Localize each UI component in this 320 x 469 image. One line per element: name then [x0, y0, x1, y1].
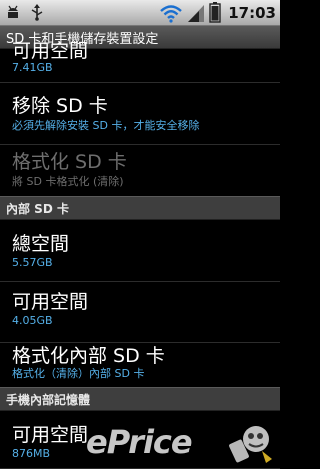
item-summary: 7.41GB [12, 61, 53, 74]
item-title: 可用空間 [12, 424, 89, 446]
clock: 17:03 [228, 3, 276, 22]
item-summary: 5.57GB [12, 256, 53, 269]
item-title: 格式化內部 SD 卡 [12, 345, 165, 367]
wifi-icon [160, 4, 183, 23]
item-summary: 876MB [12, 447, 51, 460]
item-summary: 必須先解除安裝 SD 卡，才能安全移除 [12, 119, 200, 132]
battery-icon [209, 2, 221, 23]
item-title: 移除 SD 卡 [12, 95, 108, 117]
item-title: 可用空間 [12, 291, 89, 313]
section-title: 內部 SD 卡 [6, 202, 69, 216]
item-title: 格式化 SD 卡 [12, 151, 127, 173]
eprice-watermark: ePrice [86, 421, 276, 465]
item-summary: 格式化（清除）內部 SD 卡 [12, 367, 145, 380]
item-summary: 將 SD 卡格式化 (清除) [12, 175, 124, 188]
list-item-format-internal-sd[interactable]: 格式化內部 SD 卡 格式化（清除）內部 SD 卡 [0, 343, 280, 391]
mascot-logo-icon [229, 426, 272, 463]
list-item-format-sd: 格式化 SD 卡 將 SD 卡格式化 (清除) [0, 145, 280, 197]
status-bar: 17:03 [0, 0, 280, 26]
list-item-internal-available-space[interactable]: 可用空間 4.05GB [0, 282, 280, 343]
section-title: 手機內部記憶體 [6, 393, 91, 407]
section-header-internal-sd: 內部 SD 卡 [0, 196, 280, 220]
signal-icon [188, 4, 205, 22]
android-debug-icon [8, 5, 18, 18]
list-item-available-space[interactable]: 可用空間 7.41GB [0, 39, 280, 83]
usb-icon [31, 4, 43, 21]
section-header-phone-memory: 手機內部記憶體 [0, 387, 280, 411]
item-title: 可用空間 [12, 40, 89, 62]
item-summary: 4.05GB [12, 314, 53, 327]
watermark-text: ePrice [86, 423, 193, 461]
item-title: 總空間 [12, 233, 70, 255]
list-item-total-space[interactable]: 總空間 5.57GB [0, 219, 280, 282]
list-item-unmount-sd[interactable]: 移除 SD 卡 必須先解除安裝 SD 卡，才能安全移除 [0, 83, 280, 145]
